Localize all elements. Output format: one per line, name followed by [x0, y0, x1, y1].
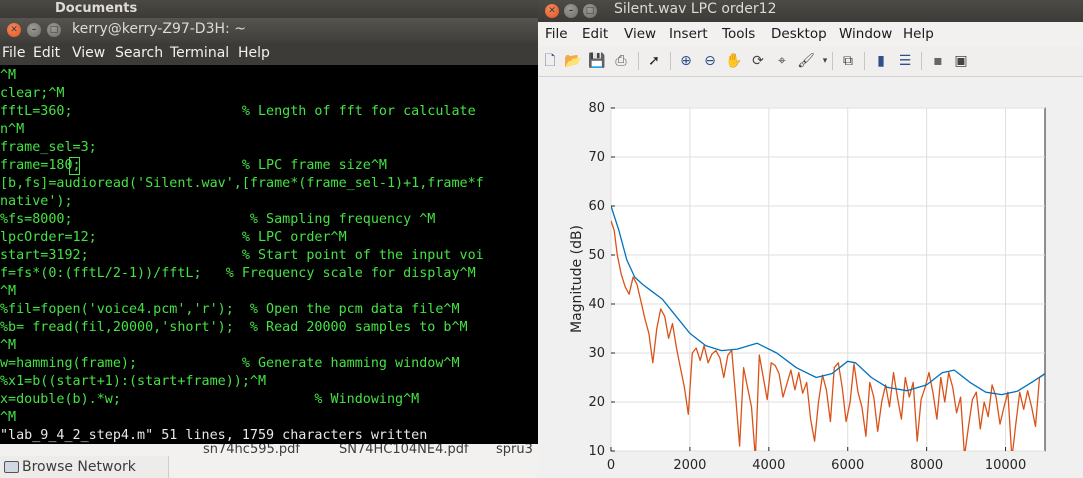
y-tick-label: 10	[588, 444, 605, 459]
pan-icon[interactable]: ✋	[724, 51, 744, 71]
figure-titlebar: ✕ – □ Silent.wav LPC order12	[538, 0, 1083, 22]
menu-search[interactable]: Search	[115, 45, 163, 61]
terminal-line: start=3192; % Start point of the input v…	[0, 248, 484, 263]
y-axis-label: Magnitude (dB)	[569, 225, 585, 333]
terminal-status-line: "lab_9_4_2_step4.m" 51 lines, 1759 chara…	[0, 428, 428, 443]
menu-terminal[interactable]: Terminal	[170, 45, 229, 61]
print-icon[interactable]: ⎙	[611, 51, 631, 71]
menu-help[interactable]: Help	[903, 26, 934, 42]
terminal-line: w=hamming(frame); % Generate hamming win…	[0, 356, 460, 371]
toolbar-separator	[638, 52, 639, 70]
menu-help[interactable]: Help	[238, 45, 270, 61]
show-plot-tools-icon[interactable]: ▣	[951, 51, 971, 71]
sidebar-item-browse-network[interactable]: Browse Network	[0, 456, 169, 478]
x-tick-label: 4000	[752, 458, 785, 473]
open-icon[interactable]: 📂	[563, 51, 583, 71]
menu-view[interactable]: View	[72, 45, 105, 61]
toolbar-separator	[832, 52, 833, 70]
terminal-line: [b,fs]=audioread('Silent.wav',[frame*(fr…	[0, 176, 484, 191]
chart[interactable]: 0 2000 4000 6000 8000 10000 10 20 30 40 50 60 70 80 M…	[538, 77, 1083, 478]
terminal-line: x=double(b).*w; % Windowing^M	[0, 392, 420, 407]
close-icon[interactable]: ✕	[7, 23, 21, 37]
menu-insert[interactable]: Insert	[669, 26, 708, 42]
x-tick-label: 8000	[910, 458, 943, 473]
file-manager-titlebar: Documents	[0, 0, 540, 18]
y-tick-label: 50	[588, 248, 605, 263]
terminal-line: frame_sel=3;	[0, 140, 97, 155]
y-tick-label: 30	[588, 346, 605, 361]
terminal-line: %x1=b((start+1):(start+frame));^M	[0, 374, 267, 389]
menu-edit[interactable]: Edit	[33, 45, 60, 61]
terminal-line: ^M	[0, 68, 17, 83]
y-tick-label: 40	[588, 297, 605, 312]
maximize-icon[interactable]: □	[583, 4, 597, 18]
link-icon[interactable]: ⧉	[838, 51, 858, 71]
menu-desktop[interactable]: Desktop	[771, 26, 827, 42]
terminal-menubar: File Edit View Search Terminal Help	[0, 43, 538, 65]
colorbar-icon[interactable]: ▮	[871, 51, 891, 71]
pointer-icon[interactable]: ➚	[644, 51, 664, 71]
toolbar-separator	[921, 52, 922, 70]
menu-file[interactable]: File	[2, 45, 25, 61]
maximize-icon[interactable]: □	[47, 23, 61, 37]
sidebar-item-label: Browse Network	[22, 459, 136, 475]
terminal-line: frame=180; % LPC frame size^M	[0, 158, 387, 173]
terminal-line: %fil=fopen('voice4.pcm','r'); % Open the…	[0, 302, 460, 317]
terminal-line: n^M	[0, 122, 25, 137]
figure-window: ✕ – □ Silent.wav LPC order12 File Edit V…	[538, 0, 1083, 478]
file-item[interactable]: spru3	[496, 442, 533, 457]
toolbar-separator	[670, 52, 671, 70]
menu-tools[interactable]: Tools	[722, 26, 755, 42]
terminal-titlebar: ✕ – □ kerry@kerry-Z97-D3H: ~	[0, 18, 538, 43]
zoom-out-icon[interactable]: ⊖	[700, 51, 720, 71]
terminal-title: kerry@kerry-Z97-D3H: ~	[72, 21, 246, 37]
terminal-line: %b= fread(fil,20000,'short'); % Read 200…	[0, 320, 468, 335]
toolbar-separator	[864, 52, 865, 70]
terminal-line: clear;^M	[0, 86, 65, 101]
menu-view[interactable]: View	[624, 26, 656, 42]
terminal-line: ^M	[0, 284, 17, 299]
x-tick-label: 2000	[673, 458, 706, 473]
minimize-icon[interactable]: –	[564, 4, 578, 18]
terminal-line: %fs=8000; % Sampling frequency ^M	[0, 212, 436, 227]
legend-icon[interactable]: ☰	[895, 51, 915, 71]
y-tick-label: 20	[588, 395, 605, 410]
file-manager-title: Documents	[55, 1, 138, 16]
y-tick-label: 60	[588, 199, 605, 214]
data-cursor-icon[interactable]: ⌖	[772, 51, 792, 71]
y-tick-label: 70	[588, 150, 605, 165]
rotate-icon[interactable]: ⟳	[748, 51, 768, 71]
network-icon	[4, 461, 19, 473]
y-tick-label: 80	[588, 101, 605, 116]
zoom-in-icon[interactable]: ⊕	[676, 51, 696, 71]
figure-toolbar: 🗋 📂 💾 ⎙ ➚ ⊕ ⊖ ✋ ⟳ ⌖ 🖌 ▾ ⧉ ▮ ☰ ▪ ▣	[538, 46, 1083, 77]
menu-file[interactable]: File	[545, 26, 568, 42]
terminal-line: ^M	[0, 338, 17, 353]
x-tick-label: 10000	[985, 458, 1026, 473]
x-tick-label: 6000	[831, 458, 864, 473]
close-icon[interactable]: ✕	[545, 4, 559, 18]
terminal-line: ^M	[0, 410, 17, 425]
plot-area[interactable]: 0 2000 4000 6000 8000 10000 10 20 30 40 50 60 70 80 M…	[538, 77, 1083, 478]
figure-menubar: File Edit View Insert Tools Desktop Wind…	[538, 22, 1083, 46]
terminal-line: fftL=360; % Length of fft for calculate	[0, 104, 476, 119]
figure-title: Silent.wav LPC order12	[614, 1, 777, 17]
terminal-line: native');	[0, 194, 73, 209]
save-icon[interactable]: 💾	[587, 51, 607, 71]
menu-window[interactable]: Window	[839, 26, 892, 42]
new-figure-icon[interactable]: 🗋	[540, 51, 560, 71]
text-cursor	[69, 157, 80, 175]
terminal-body[interactable]: ^M clear;^M fftL=360; % Length of fft fo…	[0, 65, 538, 444]
terminal-line: lpcOrder=12; % LPC order^M	[0, 230, 347, 245]
x-tick-label: 0	[607, 458, 615, 473]
brush-icon[interactable]: 🖌	[796, 51, 816, 71]
terminal-line: f=fs*(0:(fftL/2-1))/fftL; % Frequency sc…	[0, 266, 476, 281]
file-item[interactable]: sn74hc595.pdf	[203, 442, 300, 457]
menu-edit[interactable]: Edit	[582, 26, 608, 42]
terminal-window: ✕ – □ kerry@kerry-Z97-D3H: ~ File Edit V…	[0, 18, 538, 444]
hide-plot-tools-icon[interactable]: ▪	[928, 51, 948, 71]
file-item[interactable]: SN74HC104NE4.pdf	[339, 442, 469, 457]
minimize-icon[interactable]: –	[27, 23, 41, 37]
